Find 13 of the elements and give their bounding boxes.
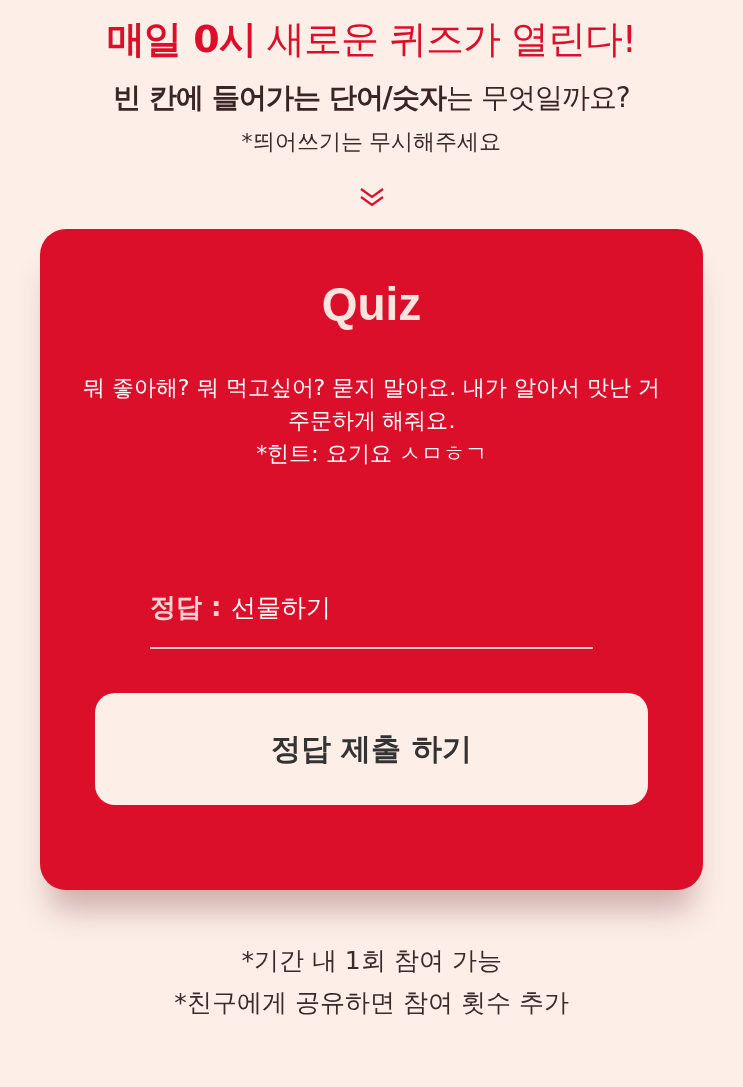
answer-field[interactable]: 정답 : 선물하기 [150,590,593,649]
double-chevron-down-icon [358,187,385,207]
quiz-title: Quiz [321,277,422,331]
question-text: 뭐 좋아해? 뭐 먹고싶어? 묻지 말아요. 내가 알아서 맛난 거 주문하게 해줘요. [81,374,662,435]
footnote-text: *기간 내 1회 참여 가능 [240,945,503,977]
subtitle: 빈 칸에 들어가는 단어/숫자는 무엇일까요? [113,80,630,116]
answer-label: 정답 : [150,591,222,624]
question-text: *힌트: 요기요 ㅅㅁㅎㄱ [255,440,488,468]
footnote-text: *친구에게 공유하면 참여 횟수 추가 [174,987,569,1019]
answer-input[interactable]: 선물하기 [231,593,593,622]
note-text: *띄어쓰기는 무시해주세요 [241,128,502,156]
submit-answer-button[interactable]: 정답 제출 하기 [95,693,648,805]
headline: 매일 0시 새로운 퀴즈가 열린다! [106,16,637,63]
